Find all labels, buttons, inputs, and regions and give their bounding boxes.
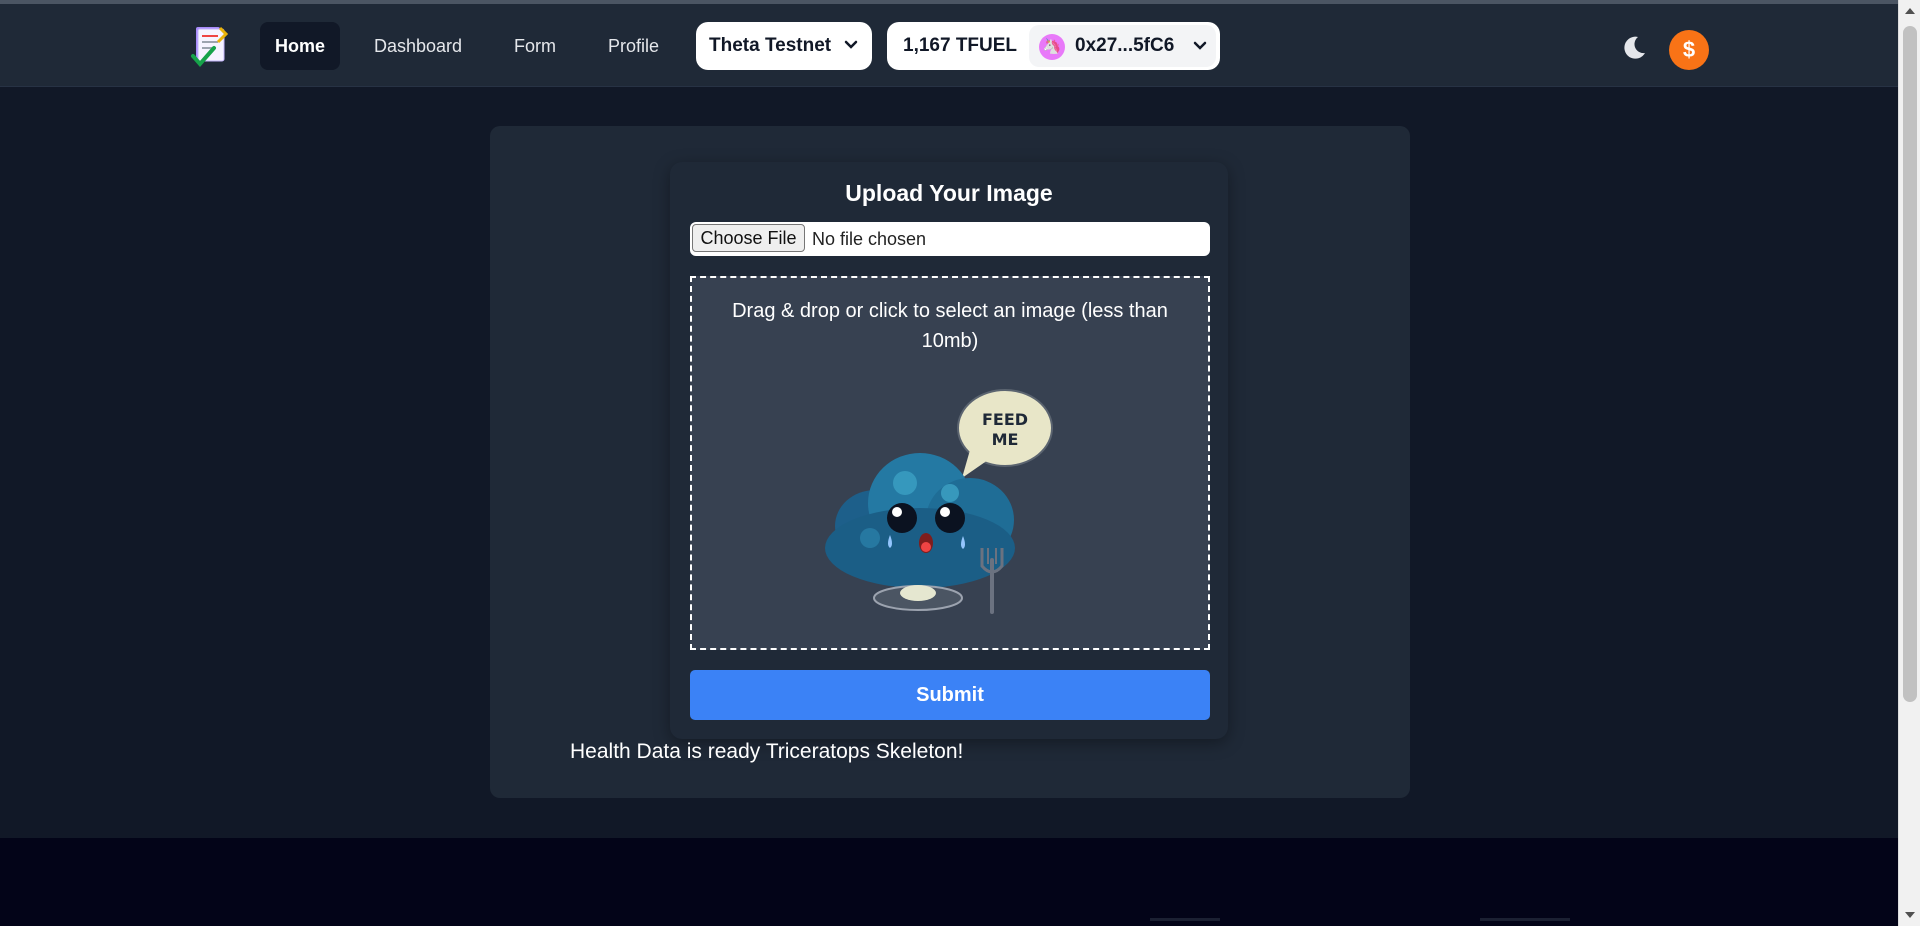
cloud-illustration: FEED ME	[825, 389, 1053, 614]
account-avatar-icon: 🦄	[1039, 34, 1065, 60]
balance-label: 1,167 TFUEL	[903, 35, 1018, 56]
moon-icon[interactable]	[1620, 34, 1648, 62]
choose-file-button[interactable]: Choose File	[692, 224, 805, 252]
image-dropzone[interactable]: Drag & drop or click to select an image …	[690, 276, 1210, 650]
account-button[interactable]: 1,167 TFUEL 🦄 0x27...5fC6	[887, 22, 1220, 70]
nav-link-dashboard[interactable]: Dashboard	[359, 22, 477, 70]
status-message: Health Data is ready Triceratops Skeleto…	[570, 740, 964, 763]
scrollbar[interactable]	[1898, 0, 1920, 926]
main-card: Upload Your Image Choose File No file ch…	[490, 126, 1410, 798]
address-label: 0x27...5fC6	[1075, 35, 1175, 56]
dropzone-text: Drag & drop or click to select an image …	[732, 300, 1168, 352]
me-text: ME	[992, 430, 1019, 449]
address-chip[interactable]: 🦄 0x27...5fC6	[1029, 25, 1216, 67]
network-label: Theta Testnet	[709, 35, 832, 56]
nav-link-home[interactable]: Home	[260, 22, 341, 70]
chevron-down-icon	[1193, 41, 1207, 50]
footer	[0, 838, 1898, 926]
file-input[interactable]: Choose File No file chosen	[690, 222, 1210, 256]
submit-button[interactable]: Submit	[690, 670, 1210, 720]
logo-icon[interactable]	[190, 24, 232, 68]
nav-link-form[interactable]: Form	[499, 22, 571, 70]
upload-form: Upload Your Image Choose File No file ch…	[670, 162, 1228, 739]
navbar: Home Dashboard Form Profile Theta Testne…	[0, 4, 1898, 87]
footer-divider	[1150, 918, 1220, 921]
scroll-down-arrow-icon[interactable]	[1904, 910, 1916, 920]
network-selector[interactable]: Theta Testnet	[696, 22, 872, 70]
nav-link-profile[interactable]: Profile	[593, 22, 674, 70]
chevron-down-icon	[844, 40, 858, 49]
form-title: Upload Your Image	[845, 180, 1053, 206]
scrollbar-thumb[interactable]	[1903, 26, 1917, 702]
no-file-label: No file chosen	[812, 229, 927, 249]
scroll-up-arrow-icon[interactable]	[1904, 6, 1916, 16]
coin-icon[interactable]: $	[1669, 30, 1709, 70]
feed-text: FEED	[982, 410, 1028, 429]
footer-divider	[1480, 918, 1570, 921]
